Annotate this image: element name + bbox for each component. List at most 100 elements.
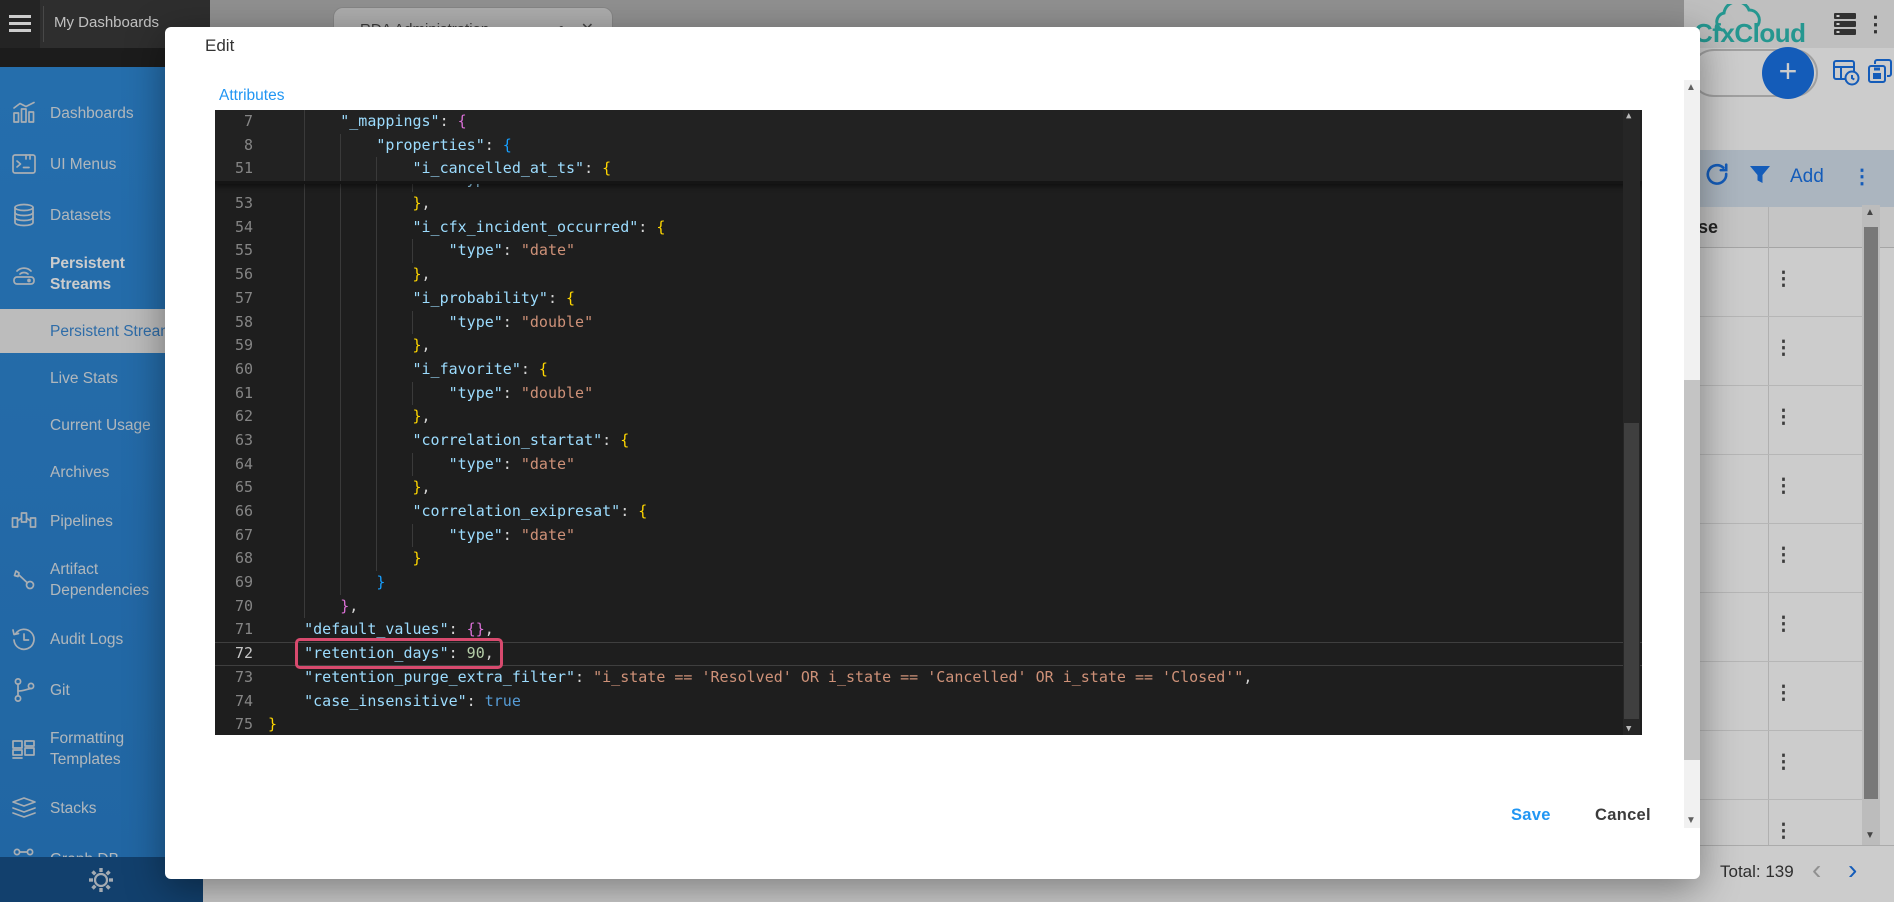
json-code-editor[interactable]: 7"_mappings": {8 "properties": {51"i_canc… [215, 110, 1642, 735]
code-line-74[interactable]: 74"case_insensitive": true [215, 690, 1642, 714]
token-str: "date" [521, 526, 575, 544]
cancel-button[interactable]: Cancel [1589, 805, 1657, 826]
token-pun: , [422, 336, 431, 354]
code-line-60[interactable]: 60"i_favorite": { [215, 358, 1642, 382]
code-line-66[interactable]: 66"correlation_exipresat": { [215, 500, 1642, 524]
line-number: 74 [215, 690, 253, 714]
code-line-67[interactable]: 67"type": "date" [215, 524, 1642, 548]
code-line-61[interactable]: 61"type": "double" [215, 382, 1642, 406]
code-line-69[interactable]: 69} [215, 571, 1642, 595]
code-line-57[interactable]: 57"i_probability": { [215, 287, 1642, 311]
indent-guide [412, 184, 413, 192]
code-line-53[interactable]: 53}, [215, 192, 1642, 216]
indent-guide [376, 287, 377, 311]
line-number: 8 [215, 134, 253, 158]
token-str: "double" [521, 384, 593, 402]
editor-scrollbar-thumb[interactable] [1624, 423, 1639, 719]
indent-guide [376, 157, 377, 181]
indent-guide [376, 216, 377, 240]
modal-scroll-up-icon[interactable]: ▲ [1686, 82, 1696, 93]
token-pun: : [521, 360, 539, 378]
line-number: 67 [215, 524, 253, 548]
token-pun: : [548, 289, 566, 307]
token-key: "case_insensitive" [304, 692, 467, 710]
token-key: "retention_purge_extra_filter" [304, 668, 575, 686]
code-line-63[interactable]: 63"correlation_startat": { [215, 429, 1642, 453]
indent-guide [304, 287, 305, 311]
indent-guide [340, 476, 341, 500]
code-line-56[interactable]: 56}, [215, 263, 1642, 287]
token-key: "type" [449, 313, 503, 331]
line-number: 62 [215, 405, 253, 429]
token-pun: : [602, 431, 620, 449]
indent-guide [376, 184, 377, 192]
token-key: "properties" [376, 136, 484, 154]
token-b3: } [376, 573, 385, 591]
code-line-58[interactable]: 58"type": "double" [215, 311, 1642, 335]
indent-guide [340, 334, 341, 358]
token-b1: } [412, 336, 421, 354]
code-line-73[interactable]: 73"retention_purge_extra_filter": "i_sta… [215, 666, 1642, 690]
indent-guide [340, 311, 341, 335]
token-pun: : [503, 241, 521, 259]
token-b3: { [503, 136, 512, 154]
token-key: "_mappings" [340, 112, 439, 130]
line-number: 53 [215, 192, 253, 216]
code-line-72[interactable]: 72"retention_days": 90, [215, 642, 1642, 666]
line-number: 73 [215, 666, 253, 690]
token-pun: , [422, 407, 431, 425]
code-line-65[interactable]: 65}, [215, 476, 1642, 500]
code-line-70[interactable]: 70}, [215, 595, 1642, 619]
code-line-55[interactable]: 55 "type": "date" [215, 239, 1642, 263]
indent-guide [340, 192, 341, 216]
code-line-62[interactable]: 62}, [215, 405, 1642, 429]
indent-guide [304, 157, 305, 181]
token-b1: { [656, 218, 665, 236]
code-line-64[interactable]: 64"type": "date" [215, 453, 1642, 477]
line-number: 60 [215, 358, 253, 382]
token-b1: } [412, 265, 421, 283]
indent-guide [340, 157, 341, 181]
indent-guide [304, 110, 305, 134]
code-line-8[interactable]: 8"properties": { [215, 134, 1642, 158]
line-number: 54 [215, 216, 253, 240]
code-line-75[interactable]: 75} [215, 713, 1642, 735]
token-b1: { [566, 289, 575, 307]
indent-guide [304, 358, 305, 382]
editor-scroll-down-icon[interactable]: ▼ [1626, 724, 1631, 734]
save-button[interactable]: Save [1505, 805, 1557, 826]
code-line-54[interactable]: 54"i_cfx_incident_occurred": { [215, 216, 1642, 240]
token-pun: : [620, 502, 638, 520]
code-line-7[interactable]: 7"_mappings": { [215, 110, 1642, 134]
modal-scrollbar-thumb[interactable] [1684, 380, 1700, 760]
token-b1: { [638, 502, 647, 520]
token-key: "correlation_startat" [412, 431, 602, 449]
modal-scrollbar[interactable]: ▲ ▼ [1684, 80, 1700, 828]
token-key: "type" [449, 241, 503, 259]
indent-guide [304, 429, 305, 453]
indent-guide [340, 405, 341, 429]
token-pun: : [584, 159, 602, 177]
indent-guide [304, 476, 305, 500]
line-number: 55 [215, 239, 253, 263]
code-line-51[interactable]: 51"i_cancelled_at_ts": { [215, 157, 1642, 181]
indent-guide [376, 334, 377, 358]
token-pun: : [467, 692, 485, 710]
line-number: 66 [215, 500, 253, 524]
indent-guide [340, 547, 341, 571]
code-line-68[interactable]: 68} [215, 547, 1642, 571]
token-pun: , [422, 194, 431, 212]
code-line-59[interactable]: 59}, [215, 334, 1642, 358]
token-key: "type" [449, 455, 503, 473]
tab-attributes[interactable]: Attributes [219, 87, 284, 105]
token-b1: { [539, 360, 548, 378]
code-line-52[interactable]: 52"type": "date" [215, 184, 1642, 192]
editor-scroll-up-icon[interactable]: ▲ [1626, 111, 1631, 121]
indent-guide [340, 287, 341, 311]
editor-scrollbar[interactable]: ▲ ▼ [1623, 110, 1640, 735]
token-str: "date" [521, 241, 575, 259]
modal-title: Edit [205, 36, 234, 56]
indent-guide [304, 192, 305, 216]
indent-guide [340, 571, 341, 595]
modal-scroll-down-icon[interactable]: ▼ [1686, 815, 1696, 826]
